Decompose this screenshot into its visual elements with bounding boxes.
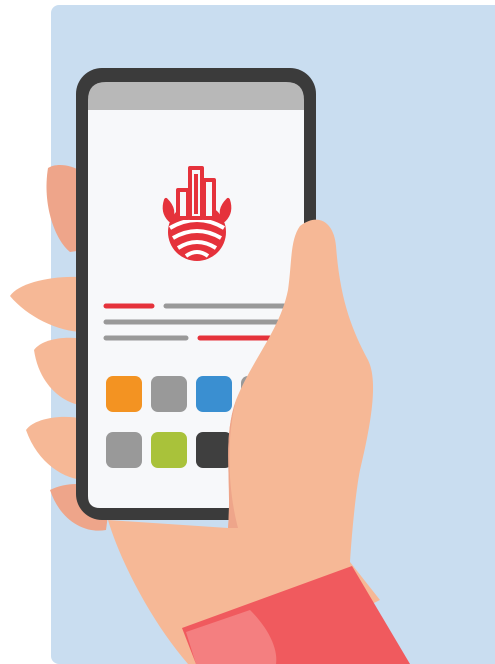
orange-tile[interactable]: [106, 376, 142, 412]
phone-illustration: [10, 68, 410, 664]
phone-top-bar: [88, 82, 304, 110]
gray-tile-1[interactable]: [151, 376, 187, 412]
gray-tile-3[interactable]: [106, 432, 142, 468]
blue-tile[interactable]: [196, 376, 232, 412]
dark-tile[interactable]: [196, 432, 232, 468]
green-tile[interactable]: [151, 432, 187, 468]
